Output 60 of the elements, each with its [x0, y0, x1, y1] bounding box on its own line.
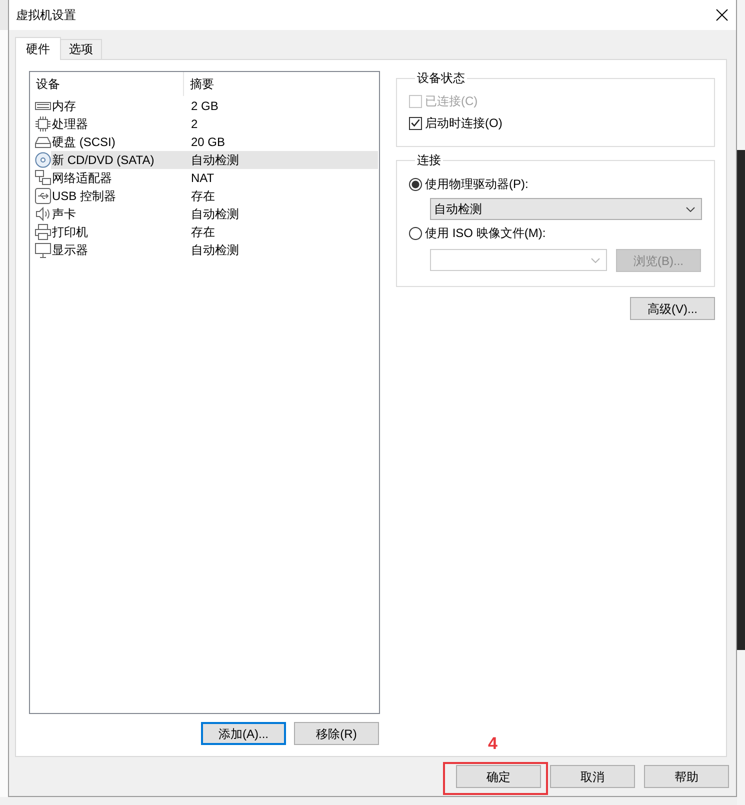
- ok-button[interactable]: 确定: [456, 765, 541, 788]
- device-name: 声卡: [51, 206, 77, 223]
- checkbox[interactable]: [409, 116, 422, 130]
- add-button[interactable]: 添加(A)...: [201, 722, 286, 745]
- tab[interactable]: 硬件: [15, 37, 61, 60]
- group-title: 连接: [416, 153, 442, 167]
- caret-icon: [686, 206, 695, 212]
- device-name: 打印机: [51, 224, 89, 241]
- tab[interactable]: 选项: [60, 39, 102, 59]
- device-summary: 存在: [190, 224, 215, 241]
- chip-icon: [35, 116, 51, 132]
- device-row[interactable]: 声卡 自动检测: [51, 205, 378, 223]
- printer-icon: [35, 224, 51, 240]
- column-header[interactable]: 设备: [30, 72, 184, 96]
- speaker-icon: [35, 206, 51, 222]
- checkbox-label[interactable]: 启动时连接(O): [425, 114, 502, 132]
- radio-button[interactable]: [409, 178, 422, 190]
- cancel-button[interactable]: 取消: [550, 765, 635, 788]
- network-icon: [35, 170, 51, 186]
- device-name: 内存: [51, 98, 77, 115]
- radio-label[interactable]: 使用物理驱动器(P):: [425, 175, 528, 193]
- device-summary: 存在: [190, 188, 215, 205]
- device-row[interactable]: USB 控制器 存在: [51, 187, 378, 205]
- device-name: 显示器: [51, 242, 89, 259]
- disc-icon: [35, 152, 51, 168]
- drive-dropdown[interactable]: 自动检测: [430, 198, 702, 220]
- device-summary: 2 GB: [190, 98, 218, 115]
- device-summary: 自动检测: [190, 206, 239, 223]
- device-row[interactable]: 硬盘 (SCSI) 20 GB: [51, 133, 378, 151]
- advanced-button[interactable]: 高级(V)...: [630, 297, 715, 320]
- device-row[interactable]: 新 CD/DVD (SATA) 自动检测: [51, 151, 378, 169]
- close-icon[interactable]: [716, 9, 728, 21]
- device-name: USB 控制器: [51, 188, 118, 205]
- checkmark-icon: [411, 119, 420, 127]
- monitor-icon: [35, 242, 51, 258]
- window-title: 虚拟机设置: [16, 7, 76, 24]
- device-row[interactable]: 内存 2 GB: [51, 97, 378, 115]
- device-summary: 20 GB: [190, 134, 226, 151]
- caret-icon: [591, 258, 600, 262]
- device-summary: 自动检测: [190, 242, 239, 259]
- radio-label[interactable]: 使用 ISO 映像文件(M):: [425, 224, 546, 242]
- annotation-number: 4: [488, 735, 498, 752]
- device-row[interactable]: 显示器 自动检测: [51, 241, 378, 259]
- device-name: 处理器: [51, 116, 89, 133]
- help-button[interactable]: 帮助: [644, 765, 729, 788]
- device-summary: NAT: [190, 170, 214, 187]
- device-name: 网络适配器: [51, 170, 113, 187]
- column-header[interactable]: 摘要: [184, 72, 214, 97]
- device-name: 硬盘 (SCSI): [51, 134, 116, 151]
- usb-icon: [35, 188, 51, 204]
- device-summary: 自动检测: [190, 152, 239, 169]
- remove-button[interactable]: 移除(R): [294, 722, 379, 745]
- device-row[interactable]: 网络适配器 NAT: [51, 169, 378, 187]
- group-title: 设备状态: [416, 71, 466, 85]
- device-name: 新 CD/DVD (SATA): [51, 152, 156, 169]
- radio-button[interactable]: [409, 226, 422, 240]
- hard-drive-icon: [35, 134, 51, 150]
- device-row[interactable]: 处理器 2: [51, 115, 378, 133]
- device-summary: 2: [190, 116, 198, 133]
- device-row[interactable]: 打印机 存在: [51, 223, 378, 241]
